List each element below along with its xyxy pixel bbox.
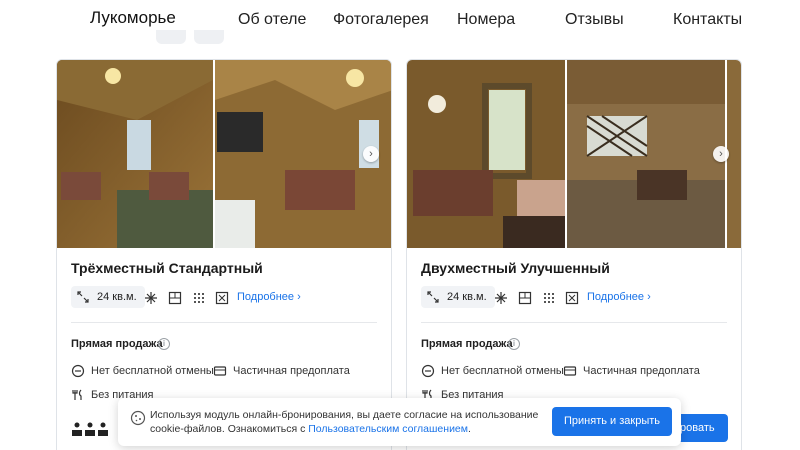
room-photo[interactable]	[567, 60, 725, 248]
nav-contacts[interactable]: Контакты	[673, 11, 742, 29]
snowflake-icon	[495, 292, 507, 304]
cancel-policy-text: Нет бесплатной отмены	[91, 365, 214, 377]
cookie-text-end: .	[468, 423, 471, 435]
payment-policy-text: Частичная предоплата	[233, 365, 350, 377]
chevron-right-icon: ›	[297, 291, 301, 303]
rate-title: Прямая продажа	[421, 338, 513, 350]
more-details-label: Подробнее	[587, 291, 645, 303]
no-cancel-icon	[71, 364, 85, 378]
room-card: › Двухместный Улучшенный 24 кв.м. Подроб…	[406, 59, 742, 450]
payment-policy: Частичная предоплата	[213, 364, 350, 378]
room-photo[interactable]	[727, 60, 741, 248]
cookie-icon	[130, 410, 146, 426]
expand-arrows-icon	[77, 291, 89, 303]
bed-icon	[518, 291, 532, 305]
cookie-text: Используя модуль онлайн-бронирования, вы…	[150, 408, 540, 436]
guest-icon	[98, 422, 108, 436]
cancel-policy: Нет бесплатной отмены	[71, 364, 214, 378]
guest-capacity	[71, 422, 109, 436]
snowflake-icon	[145, 292, 157, 304]
room-photo[interactable]	[407, 60, 565, 248]
room-area-value: 24 кв.м.	[447, 291, 487, 303]
room-title[interactable]: Двухместный Улучшенный	[421, 260, 610, 276]
expand-arrows-icon	[427, 291, 439, 303]
room-area: 24 кв.м.	[421, 286, 495, 308]
card-icon	[563, 366, 577, 376]
room-card: › Трёхместный Стандартный 24 кв.м. Подро…	[56, 59, 392, 450]
cancel-policy-text: Нет бесплатной отмены	[441, 365, 564, 377]
filter-chip[interactable]	[194, 30, 224, 44]
room-area-value: 24 кв.м.	[97, 291, 137, 303]
nav-reviews[interactable]: Отзывы	[565, 11, 624, 29]
info-icon[interactable]: i	[158, 338, 170, 350]
card-icon	[213, 366, 227, 376]
room-gallery[interactable]: ›	[407, 60, 741, 248]
guest-icon	[85, 422, 95, 436]
guest-icon	[72, 422, 82, 436]
room-photo[interactable]	[57, 60, 213, 248]
fork-knife-icon	[72, 389, 82, 400]
cancel-policy: Нет бесплатной отмены	[421, 364, 564, 378]
fridge-icon	[565, 291, 579, 305]
room-title[interactable]: Трёхместный Стандартный	[71, 260, 263, 276]
window-grid-icon	[544, 293, 554, 303]
divider	[421, 322, 727, 323]
user-agreement-link[interactable]: Пользовательским соглашением	[308, 423, 468, 435]
nav-gallery[interactable]: Фотогалерея	[333, 11, 429, 29]
more-details-link[interactable]: Подробнее ›	[587, 291, 651, 303]
book-button[interactable]: ровать	[680, 414, 728, 442]
payment-policy-text: Частичная предоплата	[583, 365, 700, 377]
window-grid-icon	[194, 293, 204, 303]
nav-rooms[interactable]: Номера	[457, 11, 515, 29]
room-gallery[interactable]: ›	[57, 60, 391, 248]
fridge-icon	[215, 291, 229, 305]
nav-about[interactable]: Об отеле	[238, 11, 306, 29]
bed-icon	[168, 291, 182, 305]
cookie-banner: Используя модуль онлайн-бронирования, вы…	[118, 398, 681, 446]
more-details-label: Подробнее	[237, 291, 295, 303]
more-details-link[interactable]: Подробнее ›	[237, 291, 301, 303]
main-nav: Об отеле Фотогалерея Номера Отзывы Конта…	[0, 11, 800, 35]
info-icon[interactable]: i	[508, 338, 520, 350]
rate-title: Прямая продажа	[71, 338, 163, 350]
chevron-right-icon: ›	[647, 291, 651, 303]
no-cancel-icon	[421, 364, 435, 378]
gallery-next-button[interactable]: ›	[713, 146, 729, 162]
payment-policy: Частичная предоплата	[563, 364, 700, 378]
gallery-next-button[interactable]: ›	[363, 146, 379, 162]
room-area: 24 кв.м.	[71, 286, 145, 308]
filter-chip[interactable]	[156, 30, 186, 44]
divider	[71, 322, 377, 323]
accept-cookies-button[interactable]: Принять и закрыть	[552, 407, 672, 436]
